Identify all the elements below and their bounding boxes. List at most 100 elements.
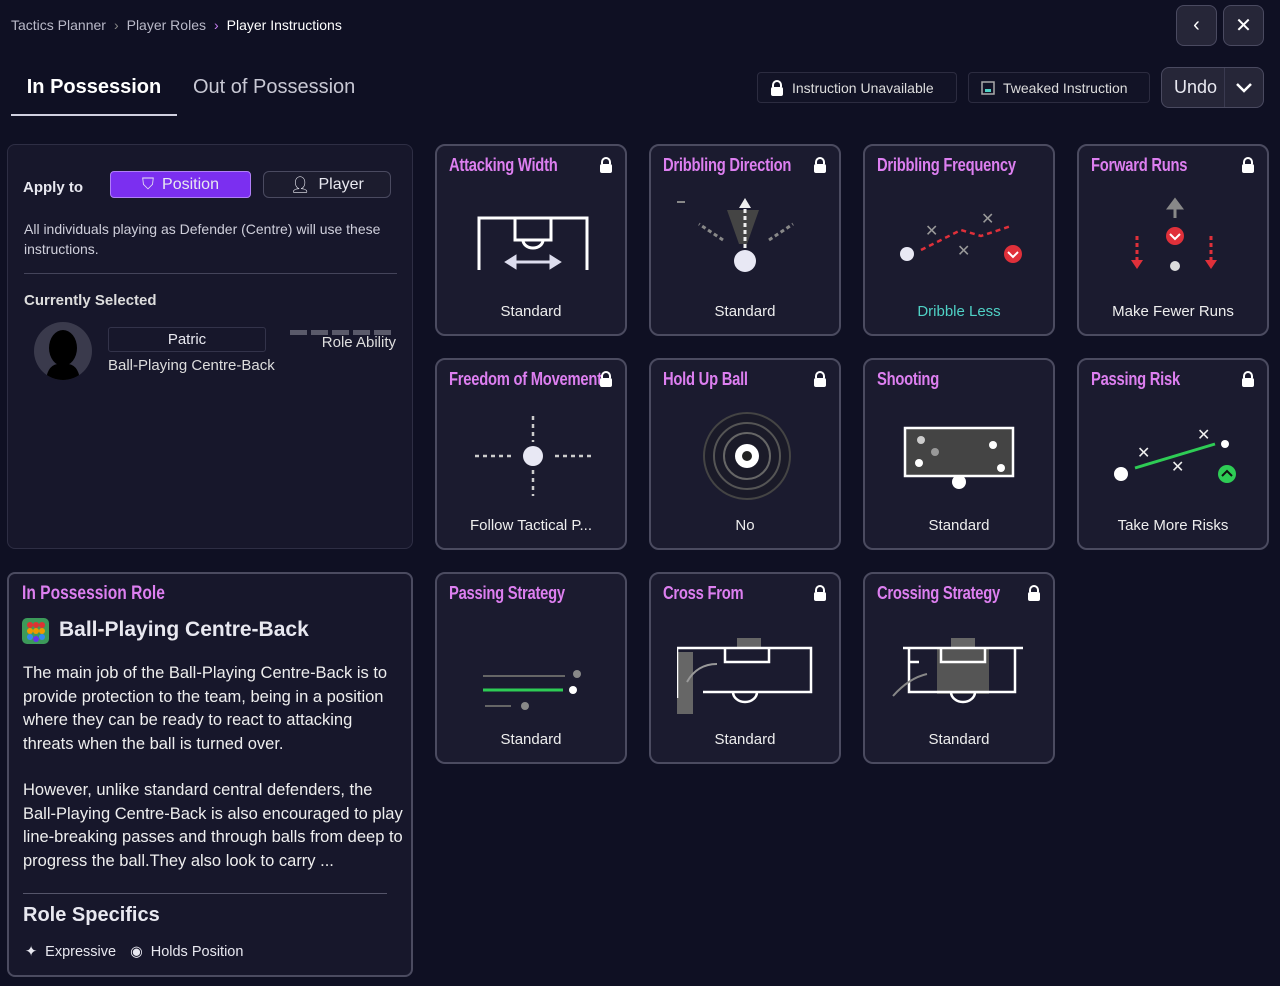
lock-icon <box>600 157 612 173</box>
instruction-card-passing-risk[interactable]: Passing Risk ✕ ✕ ✕ Take More Risks <box>1077 358 1269 550</box>
legend-tweaked-instruction: Tweaked Instruction <box>968 72 1150 103</box>
person-icon: 👤︎ <box>290 176 311 194</box>
role-description-1: The main job of the Ball-Playing Centre-… <box>23 664 388 753</box>
lock-icon <box>1242 371 1254 387</box>
tab-in-possession[interactable]: In Possession <box>11 76 177 116</box>
forward-runs-illustration <box>1131 197 1217 271</box>
role-panel: In Possession Role Ball-Playing Centre-B… <box>7 572 413 977</box>
card-value: Dribble Less <box>917 303 1001 320</box>
card-title: Cross From <box>663 583 744 603</box>
instruction-card-hold-up-ball[interactable]: Hold Up Ball No <box>649 358 841 550</box>
specific-holds-position: Holds Position <box>150 944 244 960</box>
card-title: Passing Risk <box>1091 369 1180 389</box>
instruction-card-dribbling-frequency[interactable]: Dribbling Frequency ✕ ✕ ✕ Dribble Less <box>863 144 1055 336</box>
instruction-card-shooting[interactable]: Shooting Standard <box>863 358 1055 550</box>
apply-panel: Apply to ⛉ Position 👤︎ Player All individu… <box>7 144 413 549</box>
role-icon <box>22 618 49 644</box>
card-title: Forward Runs <box>1091 155 1188 175</box>
position-label: Position <box>162 175 219 193</box>
undo-button[interactable]: Undo <box>1161 67 1264 108</box>
svg-text:✕: ✕ <box>957 243 970 260</box>
lock-icon <box>814 157 826 173</box>
undo-label[interactable]: Undo <box>1162 77 1224 98</box>
instruction-card-cross-from[interactable]: Cross From Standard <box>649 572 841 764</box>
apply-to-label: Apply to <box>23 179 83 196</box>
instruction-card-forward-runs[interactable]: Forward Runs Make Fewer Runs <box>1077 144 1269 336</box>
chevron-left-icon: ‹ <box>1193 14 1200 36</box>
cross-from-illustration <box>677 638 813 714</box>
currently-selected-heading: Currently Selected <box>24 292 157 309</box>
dribble-frequency-illustration: ✕ ✕ ✕ <box>900 211 1022 263</box>
divider <box>24 273 397 274</box>
card-value: Standard <box>714 303 776 320</box>
card-title: Hold Up Ball <box>663 369 748 389</box>
crossing-strategy-illustration <box>892 638 1023 704</box>
role-specifics-heading: Role Specifics <box>23 904 160 926</box>
card-title: Passing Strategy <box>449 583 565 603</box>
role-ability-label: Role Ability <box>321 334 396 351</box>
lock-icon <box>1242 157 1254 173</box>
card-value: Standard <box>714 731 776 748</box>
instruction-card-passing-strategy[interactable]: Passing Strategy Standard <box>435 572 627 764</box>
tab-out-of-possession[interactable]: Out of Possession <box>193 76 355 99</box>
breadcrumb-player-roles[interactable]: Player Roles <box>127 17 206 33</box>
card-value: Make Fewer Runs <box>1112 303 1234 320</box>
card-value: Standard <box>500 303 562 320</box>
position-button[interactable]: ⛉ Position <box>110 171 251 198</box>
role-description-2: However, unlike standard central defende… <box>23 781 403 870</box>
player-label: Player <box>318 175 364 193</box>
legend-label: Tweaked Instruction <box>1003 79 1128 96</box>
instruction-card-freedom-of-movement[interactable]: Freedom of Movement Follow Tactical P... <box>435 358 627 550</box>
legend-instruction-unavailable: Instruction Unavailable <box>757 72 957 103</box>
freedom-of-movement-illustration <box>475 416 591 496</box>
role-panel-heading: In Possession Role <box>22 583 165 604</box>
lock-icon <box>771 79 783 96</box>
card-title: Dribbling Direction <box>663 155 792 175</box>
breadcrumb-tactics-planner[interactable]: Tactics Planner <box>11 17 106 33</box>
lock-icon <box>814 585 826 601</box>
svg-text:✕: ✕ <box>925 223 938 240</box>
passing-strategy-illustration <box>483 670 581 710</box>
avatar <box>34 322 92 380</box>
player-name: Patric <box>108 327 266 352</box>
instruction-card-crossing-strategy[interactable]: Crossing Strategy Standard <box>863 572 1055 764</box>
svg-text:✕: ✕ <box>981 211 994 228</box>
instruction-card-attacking-width[interactable]: Attacking Width Standard <box>435 144 627 336</box>
breadcrumb-player-instructions: Player Instructions <box>226 17 342 33</box>
hold-up-ball-illustration <box>703 412 791 500</box>
width-illustration <box>477 216 589 270</box>
lock-icon <box>1028 585 1040 601</box>
card-value: Standard <box>500 731 562 748</box>
tweaked-icon <box>981 80 995 95</box>
card-value: Follow Tactical P... <box>470 517 592 534</box>
card-value: Standard <box>928 517 990 534</box>
chevron-down-icon <box>1236 82 1252 93</box>
player-button[interactable]: 👤︎ Player <box>263 171 391 198</box>
lock-icon <box>600 371 612 387</box>
card-title: Crossing Strategy <box>877 583 1000 603</box>
close-icon: ✕ <box>1235 15 1252 37</box>
dribble-direction-illustration <box>677 198 794 272</box>
undo-dropdown[interactable] <box>1223 68 1263 107</box>
apply-description: All individuals playing as Defender (Cen… <box>24 221 381 257</box>
breadcrumb: Tactics Planner › Player Roles › Player In… <box>11 17 342 33</box>
divider <box>23 893 387 894</box>
instruction-card-dribbling-direction[interactable]: Dribbling Direction Standard <box>649 144 841 336</box>
card-title: Attacking Width <box>449 155 558 175</box>
lock-icon <box>814 371 826 387</box>
svg-text:✕: ✕ <box>1197 427 1210 444</box>
card-title: Shooting <box>877 369 939 389</box>
svg-text:✕: ✕ <box>1171 459 1184 476</box>
target-icon: ◉ <box>130 944 143 960</box>
player-role: Ball-Playing Centre-Back <box>108 357 275 374</box>
role-name: Ball-Playing Centre-Back <box>59 618 309 641</box>
shooting-illustration <box>903 426 1015 489</box>
back-button[interactable]: ‹ <box>1176 5 1217 46</box>
shield-icon: ⛉ <box>142 175 155 193</box>
passing-risk-illustration: ✕ ✕ ✕ <box>1114 427 1236 483</box>
sparkle-icon: ✦ <box>25 944 38 960</box>
legend-label: Instruction Unavailable <box>792 79 934 96</box>
close-button[interactable]: ✕ <box>1223 5 1264 46</box>
card-title: Freedom of Movement <box>449 369 602 389</box>
card-value: Standard <box>928 731 990 748</box>
